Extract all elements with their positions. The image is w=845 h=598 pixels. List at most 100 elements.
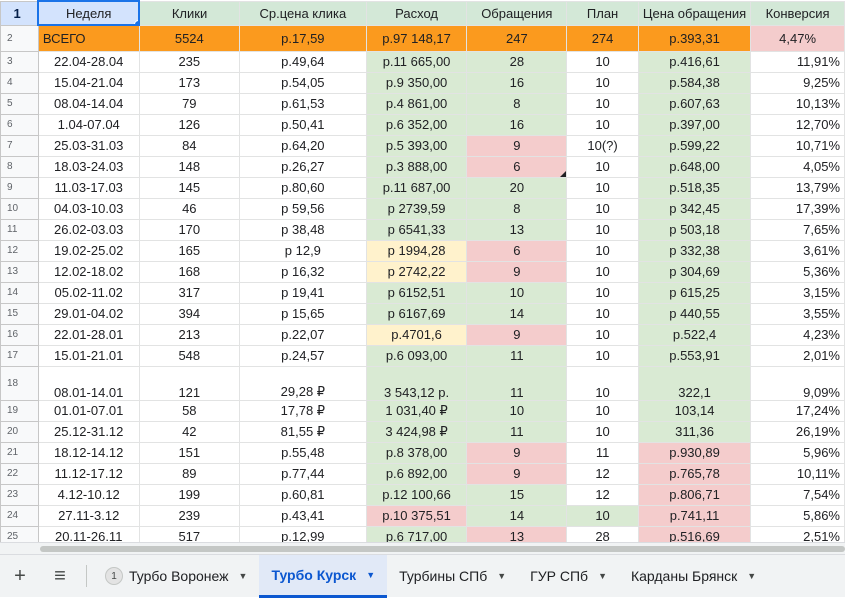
conversion-cell[interactable]: 10,71% <box>750 134 845 157</box>
request-price-cell[interactable]: р.516,69 <box>637 525 752 542</box>
requests-cell[interactable]: 6 <box>466 239 568 262</box>
request-price-cell[interactable]: р.607,63 <box>637 92 752 115</box>
spend-cell[interactable]: р 2739,59 <box>365 197 468 220</box>
plan-cell[interactable]: 10 <box>566 218 639 241</box>
requests-cell[interactable]: 11 <box>466 344 568 367</box>
request-price-cell[interactable]: 322,1 <box>637 365 752 401</box>
total-request-price-cell[interactable]: р.393,31 <box>637 24 752 52</box>
clicks-cell[interactable]: 126 <box>138 113 241 136</box>
request-price-cell[interactable]: р 304,69 <box>637 260 752 283</box>
clicks-cell[interactable]: 213 <box>138 323 241 346</box>
week-cell[interactable]: 27.11-3.12 <box>37 504 140 527</box>
request-price-cell[interactable]: р.397,00 <box>637 113 752 136</box>
request-price-cell[interactable]: 103,14 <box>637 399 752 422</box>
week-cell[interactable]: 08.01-14.01 <box>37 365 140 401</box>
conversion-cell[interactable]: 11,91% <box>750 50 845 73</box>
avg-click-price-cell[interactable]: р 19,41 <box>239 281 367 304</box>
avg-click-price-cell[interactable]: р.50,41 <box>239 113 367 136</box>
avg-click-price-cell[interactable]: 29,28 ₽ <box>239 365 367 401</box>
plan-cell[interactable]: 12 <box>566 483 639 506</box>
week-cell[interactable]: 22.01-28.01 <box>37 323 140 346</box>
plan-cell[interactable]: 10 <box>566 239 639 262</box>
avg-click-price-cell[interactable]: р.60,81 <box>239 483 367 506</box>
week-cell[interactable]: 22.04-28.04 <box>37 50 140 73</box>
column-header[interactable]: Ср.цена клика <box>239 0 367 26</box>
avg-click-price-cell[interactable]: р.64,20 <box>239 134 367 157</box>
request-price-cell[interactable]: р.741,11 <box>637 504 752 527</box>
clicks-cell[interactable]: 84 <box>138 134 241 157</box>
row-number[interactable]: 20 <box>0 420 39 443</box>
week-cell[interactable]: 20.11-26.11 <box>37 525 140 542</box>
spend-cell[interactable]: р.6 892,00 <box>365 462 468 485</box>
total-clicks-cell[interactable]: 5524 <box>138 24 241 52</box>
row-number[interactable]: 10 <box>0 197 39 220</box>
week-cell[interactable]: 05.02-11.02 <box>37 281 140 304</box>
row-number[interactable]: 13 <box>0 260 39 283</box>
plan-cell[interactable]: 10 <box>566 197 639 220</box>
week-cell[interactable]: 4.12-10.12 <box>37 483 140 506</box>
spend-cell[interactable]: 3 424,98 ₽ <box>365 420 468 443</box>
column-header[interactable]: Цена обращения <box>637 0 752 26</box>
spend-cell[interactable]: р.6 352,00 <box>365 113 468 136</box>
row-number[interactable]: 14 <box>0 281 39 304</box>
row-number[interactable]: 24 <box>0 504 39 527</box>
requests-cell[interactable]: 16 <box>466 71 568 94</box>
tab-gur-spb[interactable]: ГУР СПб ▼ <box>518 555 619 598</box>
total-week-cell[interactable]: ВСЕГО <box>37 24 140 52</box>
request-price-cell[interactable]: р.648,00 <box>637 155 752 178</box>
request-price-cell[interactable]: р 440,55 <box>637 302 752 325</box>
clicks-cell[interactable]: 121 <box>138 365 241 401</box>
column-header[interactable]: Клики <box>138 0 241 26</box>
plan-cell[interactable]: 10 <box>566 365 639 401</box>
column-header-selected[interactable]: Неделя <box>37 0 141 26</box>
avg-click-price-cell[interactable]: р 38,48 <box>239 218 367 241</box>
total-plan-cell[interactable]: 274 <box>566 24 639 52</box>
week-cell[interactable]: 12.02-18.02 <box>37 260 140 283</box>
week-cell[interactable]: 29.01-04.02 <box>37 302 140 325</box>
avg-click-price-cell[interactable]: р.49,64 <box>239 50 367 73</box>
requests-cell[interactable]: 10 <box>466 281 568 304</box>
request-price-cell[interactable]: р.522,4 <box>637 323 752 346</box>
row-number[interactable]: 17 <box>0 344 39 367</box>
row-number[interactable]: 11 <box>0 218 39 241</box>
plan-cell[interactable]: 10 <box>566 399 639 422</box>
spend-cell[interactable]: р.11 665,00 <box>365 50 468 73</box>
row-number[interactable]: 4 <box>0 71 39 94</box>
avg-click-price-cell[interactable]: р.61,53 <box>239 92 367 115</box>
row-number[interactable]: 22 <box>0 462 39 485</box>
request-price-cell[interactable]: р.765,78 <box>637 462 752 485</box>
requests-cell[interactable]: 11 <box>466 365 568 401</box>
total-avg-click-price-cell[interactable]: р.17,59 <box>239 24 367 52</box>
requests-cell[interactable]: 9 <box>466 260 568 283</box>
plan-cell[interactable]: 10 <box>566 344 639 367</box>
requests-cell[interactable]: 28 <box>466 50 568 73</box>
avg-click-price-cell[interactable]: 81,55 ₽ <box>239 420 367 443</box>
fill-handle[interactable] <box>134 20 138 23</box>
request-price-cell[interactable]: р.416,61 <box>637 50 752 73</box>
requests-cell[interactable]: 9 <box>466 462 568 485</box>
spend-cell[interactable]: р.3 888,00 <box>365 155 468 178</box>
conversion-cell[interactable]: 7,54% <box>750 483 845 506</box>
request-price-cell[interactable]: р.599,22 <box>637 134 752 157</box>
plan-cell[interactable]: 10 <box>566 504 639 527</box>
spend-cell[interactable]: р.12 100,66 <box>365 483 468 506</box>
plan-cell[interactable]: 10 <box>566 71 639 94</box>
conversion-cell[interactable]: 9,09% <box>750 365 845 401</box>
requests-cell[interactable]: 9 <box>466 134 568 157</box>
spend-cell[interactable]: р 6541,33 <box>365 218 468 241</box>
conversion-cell[interactable]: 2,51% <box>750 525 845 542</box>
plan-cell[interactable]: 10 <box>566 323 639 346</box>
clicks-cell[interactable]: 168 <box>138 260 241 283</box>
clicks-cell[interactable]: 394 <box>138 302 241 325</box>
clicks-cell[interactable]: 239 <box>138 504 241 527</box>
plan-cell[interactable]: 11 <box>566 441 639 464</box>
row-number[interactable]: 9 <box>0 176 39 199</box>
row-number[interactable]: 1 <box>0 0 39 26</box>
spend-cell[interactable]: р.5 393,00 <box>365 134 468 157</box>
spend-cell[interactable]: р.6 093,00 <box>365 344 468 367</box>
plan-cell[interactable]: 10 <box>566 50 639 73</box>
request-price-cell[interactable]: р.518,35 <box>637 176 752 199</box>
row-number[interactable]: 8 <box>0 155 39 178</box>
caret-down-icon[interactable]: ▼ <box>598 571 607 581</box>
tab-kardany-bryansk[interactable]: Карданы Брянск ▼ <box>619 555 768 598</box>
